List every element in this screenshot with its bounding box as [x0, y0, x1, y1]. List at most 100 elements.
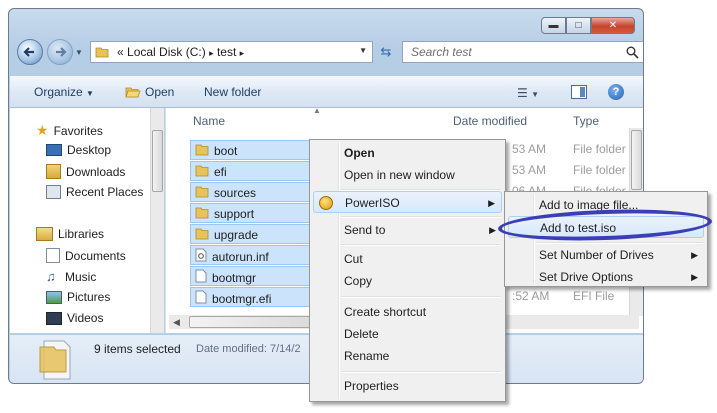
file-date-cell: 53 AM	[512, 163, 547, 177]
open-folder-icon	[125, 87, 141, 98]
file-name-cell: bootmgr.efi	[195, 290, 271, 307]
chevron-right-icon[interactable]: ▸	[240, 48, 245, 58]
file-type-cell: File folder	[573, 163, 626, 177]
menu-properties[interactable]: Properties	[313, 375, 502, 397]
settings-file-icon	[195, 248, 207, 265]
minimize-button[interactable]: ▬	[541, 17, 566, 34]
folder-icon	[195, 227, 209, 243]
organize-button[interactable]: Organize ▼	[34, 85, 94, 99]
nav-music[interactable]: ♫ Music	[46, 269, 96, 284]
horizontal-scroll-thumb[interactable]	[189, 316, 319, 328]
nav-pictures[interactable]: Pictures	[46, 290, 110, 304]
new-folder-label: New folder	[204, 85, 262, 99]
change-view-button[interactable]: ☰ ▼	[517, 86, 539, 100]
file-scroll-thumb[interactable]	[631, 130, 642, 190]
submenu-set-drive-options[interactable]: Set Drive Options ▶	[508, 266, 704, 288]
preview-pane-icon	[580, 87, 585, 97]
nav-videos[interactable]: Videos	[46, 311, 103, 325]
folder-icon	[195, 164, 209, 180]
column-header-date[interactable]: Date modified	[453, 108, 527, 134]
file-name-cell: bootmgr	[195, 269, 256, 286]
menu-delete[interactable]: Delete	[313, 323, 502, 345]
file-name-cell: efi	[195, 164, 227, 180]
breadcrumb-test[interactable]: test	[217, 45, 236, 59]
star-icon: ★	[36, 122, 49, 138]
nav-desktop-label: Desktop	[67, 143, 112, 157]
menu-poweriso-label: PowerISO	[345, 196, 400, 210]
nav-recent-places[interactable]: Recent Places	[46, 185, 143, 199]
preview-pane-button[interactable]	[571, 85, 587, 99]
file-name-cell: support	[195, 206, 254, 222]
menu-open[interactable]: Open	[313, 142, 502, 164]
new-folder-button[interactable]: New folder	[204, 85, 261, 99]
menu-separator	[341, 371, 501, 373]
close-button[interactable]: ✕	[591, 17, 635, 34]
forward-button[interactable]	[47, 39, 73, 65]
submenu-arrow-icon: ▶	[489, 225, 496, 235]
back-arrow-icon	[23, 47, 34, 57]
menu-copy[interactable]: Copy	[313, 270, 502, 292]
nav-scroll-thumb[interactable]	[152, 130, 163, 192]
folder-icon	[195, 143, 209, 159]
libraries-icon	[36, 227, 53, 241]
recent-pages-dropdown-icon[interactable]: ▼	[75, 48, 83, 57]
submenu-set-drive-options-label: Set Drive Options	[539, 270, 634, 284]
open-button[interactable]: Open	[125, 85, 174, 99]
menu-open-new-window-label: Open in new window	[344, 168, 455, 182]
folder-icon	[195, 185, 209, 201]
help-icon: ?	[612, 86, 620, 98]
address-bar[interactable]: « Local Disk (C:) ▸ test ▸ ▼	[90, 41, 373, 63]
sort-ascending-icon: ▲	[313, 106, 321, 115]
nav-desktop[interactable]: Desktop	[46, 143, 111, 157]
menu-delete-label: Delete	[344, 327, 379, 341]
menu-properties-label: Properties	[344, 379, 399, 393]
selected-files-icon	[39, 340, 71, 380]
scroll-left-icon[interactable]: ◀	[173, 317, 180, 328]
nav-favorites[interactable]: ★ Favorites	[36, 122, 103, 139]
address-dropdown-icon[interactable]: ▼	[359, 46, 367, 55]
column-header-type[interactable]: Type	[573, 108, 599, 134]
breadcrumb: « Local Disk (C:) ▸ test ▸	[117, 45, 244, 59]
open-label: Open	[145, 85, 175, 99]
menu-create-shortcut[interactable]: Create shortcut	[313, 301, 502, 323]
menu-separator	[341, 296, 501, 298]
breadcrumb-local-disk[interactable]: Local Disk (C:)	[127, 45, 206, 59]
refresh-button[interactable]: ⇆	[376, 43, 396, 61]
menu-send-to-label: Send to	[344, 223, 386, 237]
command-bar: Organize ▼ Open New folder ☰ ▼ ?	[10, 75, 643, 108]
search-input[interactable]: Search test	[402, 41, 643, 63]
nav-recent-places-label: Recent Places	[66, 185, 144, 199]
nav-documents-label: Documents	[65, 248, 126, 263]
nav-libraries[interactable]: Libraries	[36, 227, 104, 241]
forward-arrow-icon	[56, 47, 67, 57]
file-date-cell: 53 AM	[512, 142, 547, 156]
breadcrumb-separator-icon: «	[117, 45, 124, 59]
chevron-right-icon[interactable]: ▸	[209, 48, 214, 58]
nav-downloads[interactable]: Downloads	[46, 164, 125, 179]
submenu-set-number-of-drives[interactable]: Set Number of Drives ▶	[508, 244, 704, 266]
folder-icon	[95, 47, 109, 58]
menu-open-new-window[interactable]: Open in new window	[313, 164, 502, 186]
menu-rename[interactable]: Rename	[313, 345, 502, 367]
folder-icon	[195, 206, 209, 222]
maximize-button[interactable]: □	[566, 17, 591, 34]
nav-scrollbar[interactable]	[150, 108, 164, 333]
nav-videos-label: Videos	[67, 311, 104, 325]
music-icon: ♫	[46, 269, 56, 284]
column-header-name[interactable]: Name	[193, 108, 225, 134]
help-button[interactable]: ?	[608, 84, 624, 100]
chevron-down-icon: ▼	[531, 90, 540, 99]
menu-cut[interactable]: Cut	[313, 248, 502, 270]
file-icon	[195, 269, 207, 286]
back-button[interactable]	[17, 39, 43, 65]
submenu-arrow-icon: ▶	[691, 272, 698, 282]
downloads-icon	[46, 164, 61, 179]
file-name-cell: autorun.inf	[195, 248, 269, 265]
search-icon	[626, 46, 639, 59]
menu-poweriso[interactable]: PowerISO ▶	[313, 191, 502, 213]
menu-send-to[interactable]: Send to ▶	[313, 219, 502, 241]
chevron-down-icon: ▼	[86, 89, 94, 98]
selection-date: Date modified: 7/14/2	[196, 343, 301, 355]
context-menu: Open Open in new window PowerISO ▶ Send …	[309, 139, 506, 402]
nav-documents[interactable]: Documents	[46, 248, 126, 263]
